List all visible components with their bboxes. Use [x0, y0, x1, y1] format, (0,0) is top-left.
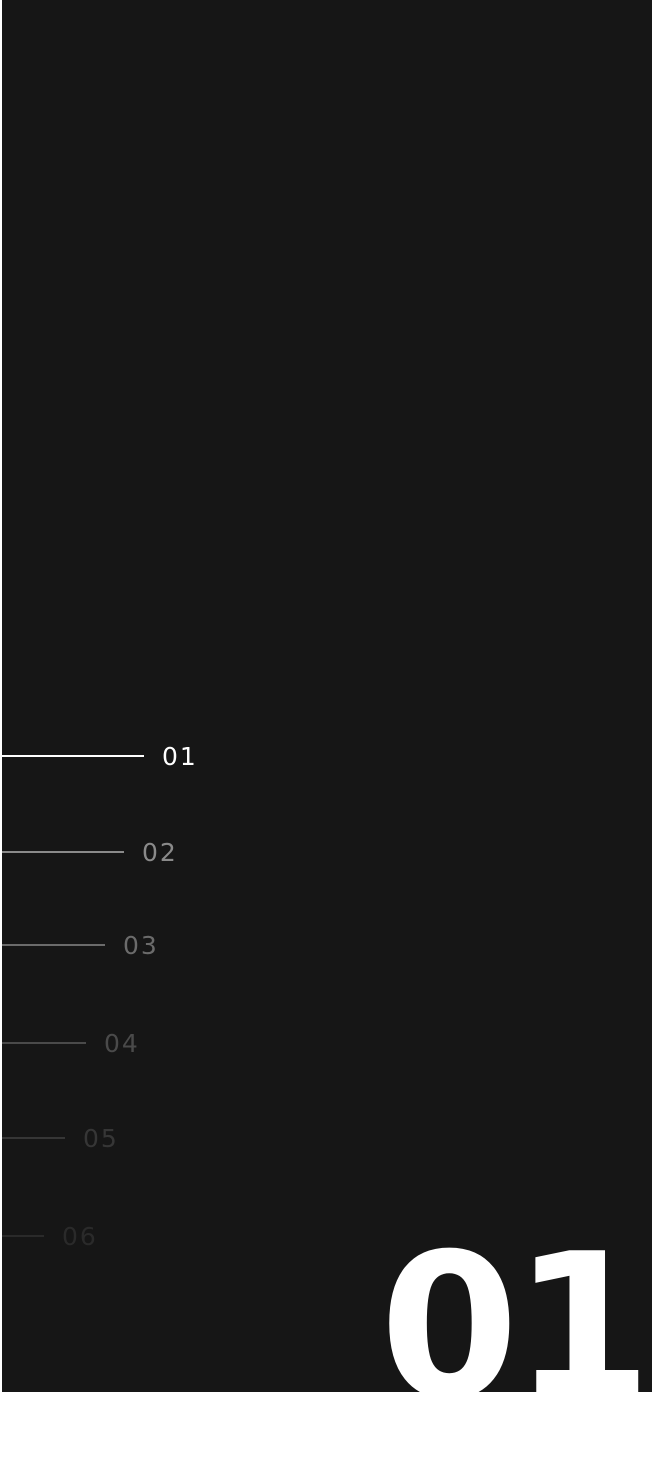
nav-line	[2, 1235, 44, 1237]
slider-panel: 01 02 03 04 05 06 01	[2, 0, 652, 1392]
nav-item-05[interactable]: 05	[2, 1118, 119, 1158]
nav-item-03[interactable]: 03	[2, 925, 159, 965]
nav-number: 02	[142, 837, 178, 867]
nav-number: 01	[162, 741, 198, 771]
nav-item-04[interactable]: 04	[2, 1023, 140, 1063]
nav-line	[2, 944, 105, 946]
nav-line	[2, 1137, 65, 1139]
nav-number: 04	[104, 1028, 140, 1058]
current-slide-number: 01	[379, 1211, 652, 1393]
nav-item-06[interactable]: 06	[2, 1216, 98, 1256]
nav-line	[2, 1042, 86, 1044]
nav-item-02[interactable]: 02	[2, 832, 178, 872]
nav-line	[2, 851, 124, 853]
nav-number: 06	[62, 1221, 98, 1251]
nav-number: 03	[123, 930, 159, 960]
nav-number: 05	[83, 1123, 119, 1153]
nav-item-01[interactable]: 01	[2, 736, 198, 776]
nav-line	[2, 755, 144, 757]
slide-nav: 01 02 03 04 05 06	[2, 0, 652, 1392]
